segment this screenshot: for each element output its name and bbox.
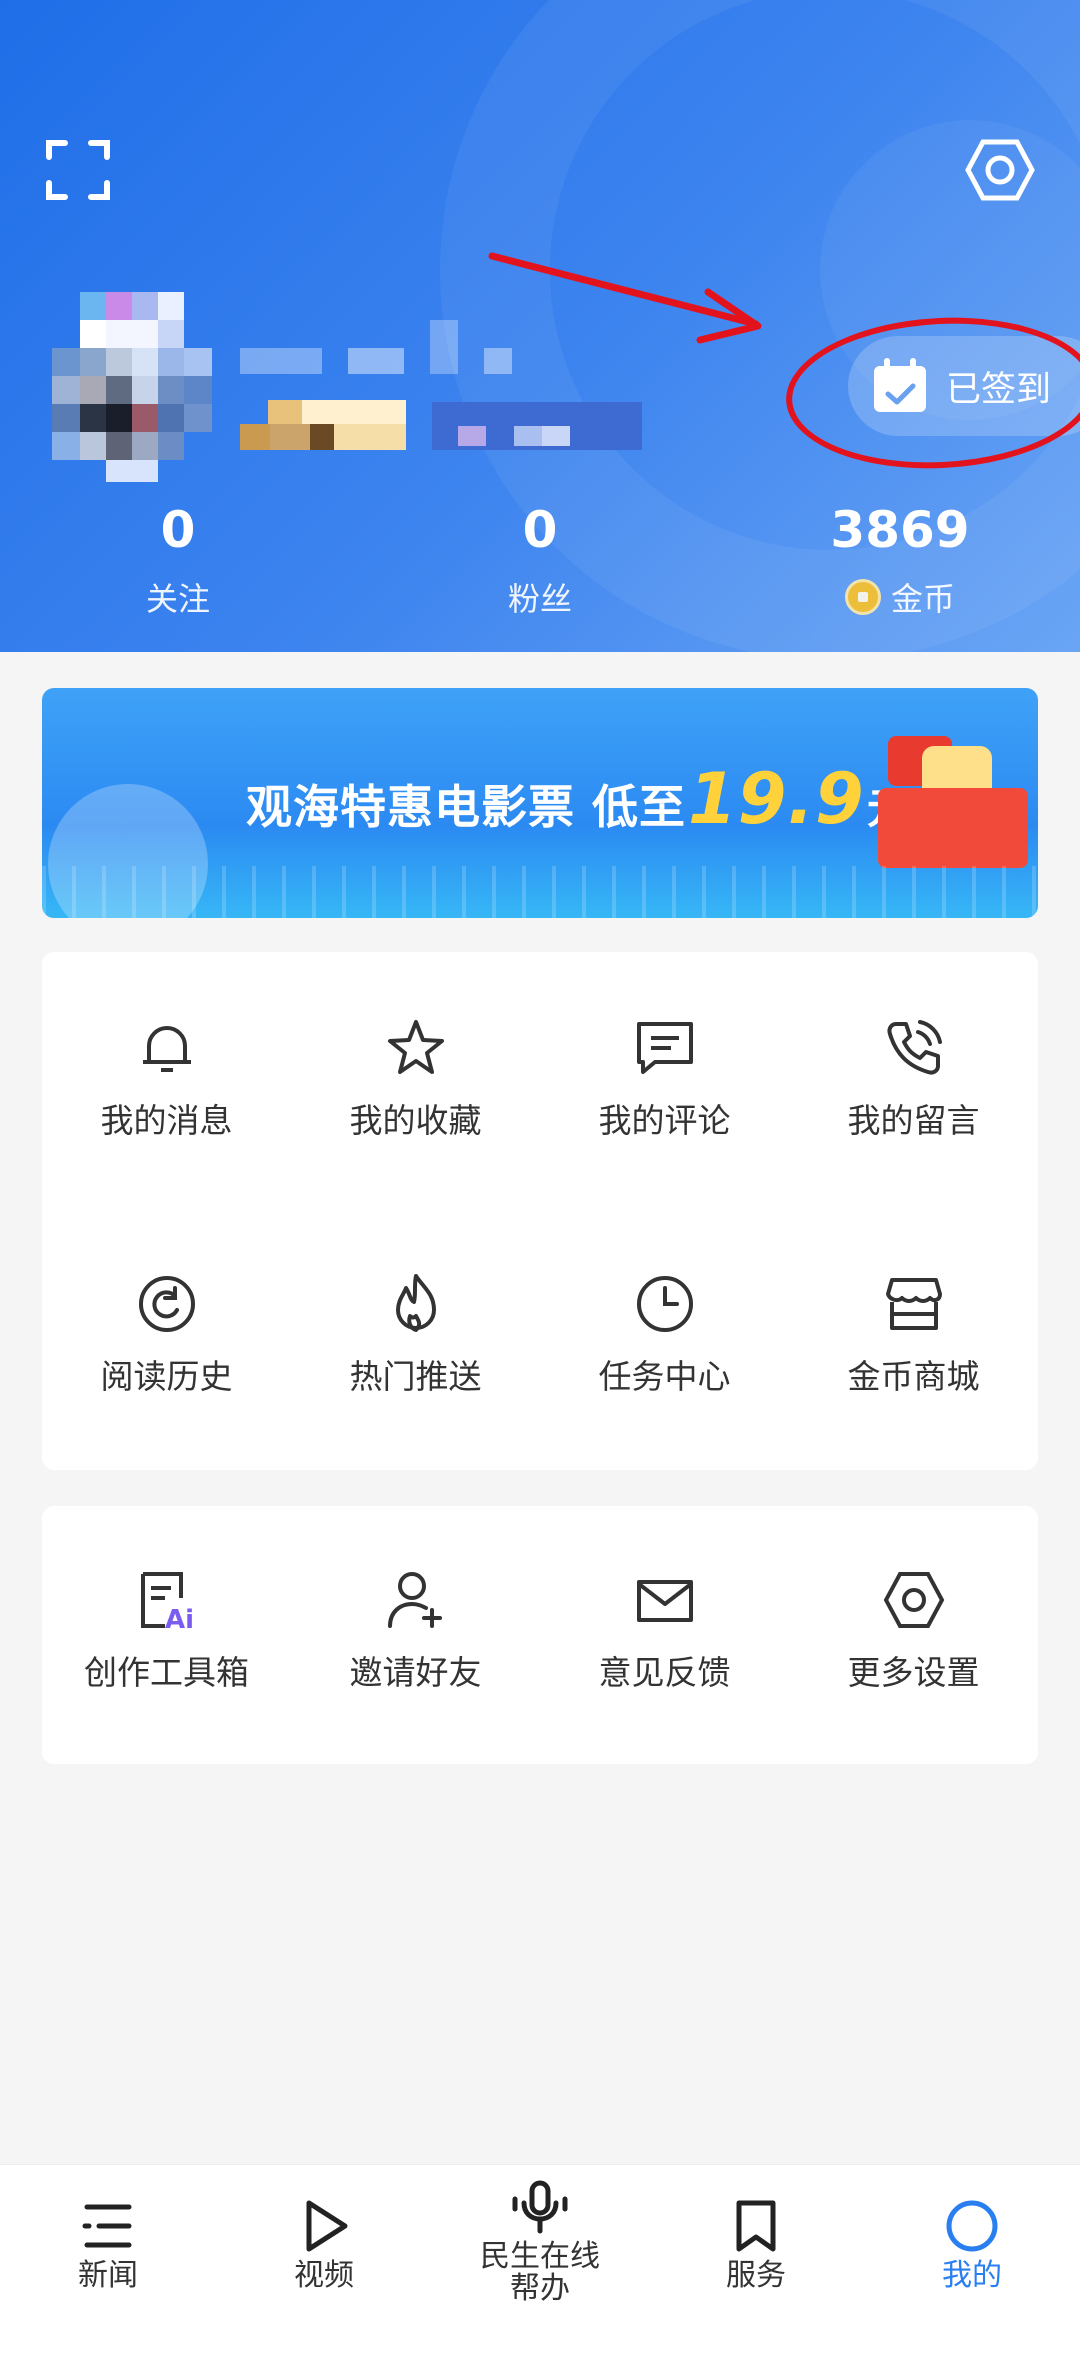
clock-icon: [636, 1276, 693, 1332]
stat-following[interactable]: 0 关注: [58, 500, 298, 620]
flame-icon: [395, 1274, 436, 1332]
stat-fans-value: 0: [522, 501, 558, 559]
tab-label: 新闻: [78, 2258, 138, 2293]
add-user-icon: [387, 1572, 442, 1628]
menu-item-label: 我的消息: [100, 1101, 233, 1140]
banner-text: 观海特惠电影票 低至 19.9 元: [246, 758, 910, 840]
scan-icon: [46, 140, 110, 200]
banner-title: 观海特惠电影票 低至: [246, 780, 687, 834]
mic-icon: [512, 2180, 568, 2234]
stat-fans[interactable]: 0 粉丝: [420, 500, 660, 620]
hex-gear-icon: [883, 1572, 944, 1628]
stat-following-label: 关注: [145, 580, 210, 618]
tab-service[interactable]: 服务: [648, 2197, 864, 2293]
banner-price: 19.9: [688, 758, 865, 840]
menu-item-coin-mall[interactable]: 金币商城: [789, 1272, 1038, 1398]
list-icon: [82, 2204, 132, 2248]
ai-doc-icon: Ai: [140, 1572, 194, 1632]
menu-item-creator-tools[interactable]: Ai 创作工具箱: [42, 1568, 291, 1694]
annotation-arrow: [488, 252, 762, 344]
menu-item-history[interactable]: 阅读历史: [42, 1272, 291, 1398]
menu-item-comments[interactable]: 我的评论: [540, 1016, 789, 1142]
menu-item-label: 我的留言: [847, 1101, 980, 1140]
circle-icon: [946, 2200, 998, 2252]
stat-coins-label: 金币: [890, 580, 955, 618]
tab-mine[interactable]: 我的: [864, 2197, 1080, 2293]
settings-button[interactable]: [960, 134, 1040, 206]
store-icon: [885, 1278, 942, 1330]
svg-text:Ai: Ai: [165, 1605, 194, 1632]
stat-coins[interactable]: 3869 金币: [780, 500, 1020, 620]
bell-icon: [142, 1026, 191, 1072]
mail-icon: [636, 1580, 693, 1622]
tab-label: 视频: [294, 2258, 354, 2293]
stat-fans-label: 粉丝: [507, 580, 572, 618]
menu-item-more-settings[interactable]: 更多设置: [789, 1568, 1038, 1694]
menu-item-tasks[interactable]: 任务中心: [540, 1272, 789, 1398]
coin-icon: [844, 579, 881, 615]
menu-item-invite[interactable]: 邀请好友: [291, 1568, 540, 1694]
comment-icon: [636, 1022, 693, 1074]
banner-stripe: [42, 866, 1038, 918]
tab-label: 我的: [942, 2258, 1002, 2293]
menu-item-label: 更多设置: [847, 1653, 980, 1692]
gift-box-icon: [878, 788, 1028, 868]
history-icon: [138, 1276, 195, 1332]
bottom-tab-bar: 新闻 视频 民生在线 帮办 服务 我的: [0, 2164, 1080, 2374]
scan-button[interactable]: [40, 134, 116, 206]
stat-following-value: 0: [160, 501, 196, 559]
menu-item-label: 金币商城: [847, 1357, 980, 1396]
menu-item-label: 热门推送: [349, 1357, 482, 1396]
star-icon: [387, 1020, 444, 1074]
settings-icon: [965, 139, 1035, 201]
menu-item-label: 我的评论: [598, 1101, 731, 1140]
menu-item-label: 意见反馈: [598, 1653, 731, 1692]
menu-item-favorites[interactable]: 我的收藏: [291, 1016, 540, 1142]
menu-card-secondary: Ai 创作工具箱 邀请好友 意见反馈 更多设置: [42, 1506, 1038, 1764]
menu-item-feedback[interactable]: 意见反馈: [540, 1568, 789, 1694]
tab-video[interactable]: 视频: [216, 2197, 432, 2293]
menu-item-messages-board[interactable]: 我的留言: [789, 1016, 1038, 1142]
stat-coins-value: 3869: [830, 501, 970, 559]
menu-item-messages[interactable]: 我的消息: [42, 1016, 291, 1142]
tab-civic-help[interactable]: 民生在线 帮办: [432, 2179, 648, 2305]
phone-icon: [887, 1020, 942, 1075]
movie-ticket-banner[interactable]: 观海特惠电影票 低至 19.9 元: [42, 688, 1038, 918]
tab-label: 服务: [726, 2258, 786, 2293]
tab-news[interactable]: 新闻: [0, 2197, 216, 2293]
play-icon: [306, 2200, 348, 2252]
bookmark-icon: [736, 2200, 776, 2252]
menu-item-label: 阅读历史: [100, 1357, 233, 1396]
menu-card-primary: 我的消息 我的收藏 我的评论 我的留言 阅读历史 热门推送 任务中心 金币商城: [42, 952, 1038, 1470]
tab-label: 民生在线 帮办: [480, 2239, 600, 2306]
menu-item-label: 创作工具箱: [84, 1653, 249, 1692]
avatar[interactable]: [52, 292, 218, 482]
menu-item-label: 任务中心: [598, 1357, 731, 1396]
menu-item-label: 我的收藏: [349, 1101, 482, 1140]
profile-header: 已签到 0 关注 0 粉丝 3869 金币: [0, 0, 1080, 652]
menu-item-hot[interactable]: 热门推送: [291, 1272, 540, 1398]
menu-item-label: 邀请好友: [349, 1653, 482, 1692]
